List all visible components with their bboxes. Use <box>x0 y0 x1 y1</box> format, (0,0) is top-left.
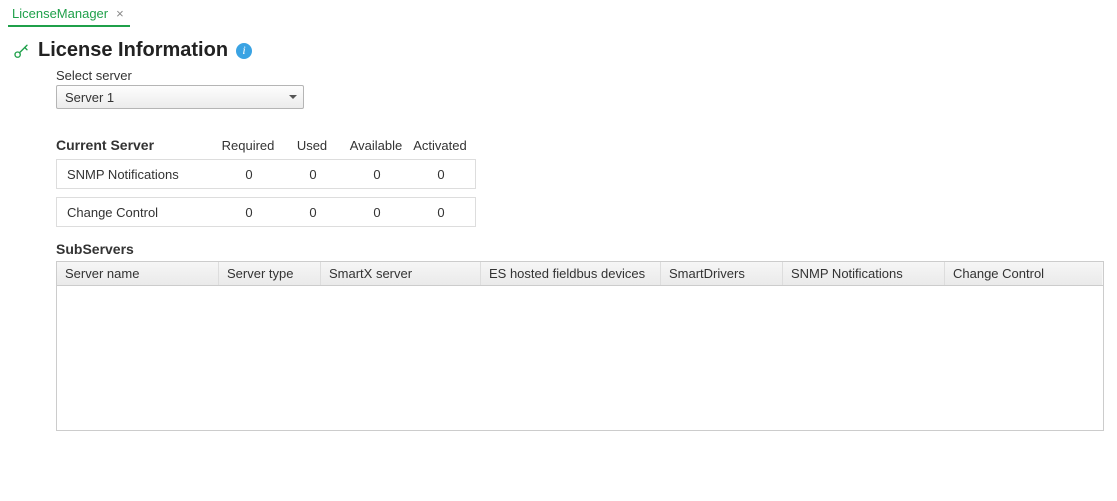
select-label: Select server <box>56 68 1107 83</box>
row-used: 0 <box>281 167 345 182</box>
subservers-grid[interactable]: Server name Server type SmartX server ES… <box>56 261 1104 431</box>
tab-license-manager[interactable]: LicenseManager × <box>8 4 130 27</box>
server-select-value: Server 1 <box>65 90 114 105</box>
table-row[interactable]: SNMP Notifications 0 0 0 0 <box>56 159 476 189</box>
col-available: Available <box>344 138 408 153</box>
tab-label: LicenseManager <box>12 6 108 21</box>
tab-bar: LicenseManager × <box>0 0 1117 27</box>
subservers-header: Server name Server type SmartX server ES… <box>57 262 1103 286</box>
row-required: 0 <box>217 205 281 220</box>
page-title: License Information <box>38 39 228 62</box>
row-used: 0 <box>281 205 345 220</box>
col-change-control[interactable]: Change Control <box>945 262 1103 285</box>
row-name: SNMP Notifications <box>57 167 217 182</box>
col-server-name[interactable]: Server name <box>57 262 219 285</box>
table-row[interactable]: Change Control 0 0 0 0 <box>56 197 476 227</box>
info-icon[interactable]: i <box>236 43 252 59</box>
close-icon[interactable]: × <box>114 7 126 20</box>
col-snmp-notifications[interactable]: SNMP Notifications <box>783 262 945 285</box>
col-used: Used <box>280 138 344 153</box>
content: License Information i Select server Serv… <box>0 27 1117 441</box>
col-es-fieldbus[interactable]: ES hosted fieldbus devices <box>481 262 661 285</box>
col-smartdrivers[interactable]: SmartDrivers <box>661 262 783 285</box>
chevron-down-icon <box>289 95 297 99</box>
row-available: 0 <box>345 205 409 220</box>
key-icon <box>12 43 30 64</box>
row-name: Change Control <box>57 205 217 220</box>
col-required: Required <box>216 138 280 153</box>
server-select[interactable]: Server 1 <box>56 85 304 109</box>
row-available: 0 <box>345 167 409 182</box>
col-smartx-server[interactable]: SmartX server <box>321 262 481 285</box>
current-server-title: Current Server <box>56 137 216 153</box>
col-server-type[interactable]: Server type <box>219 262 321 285</box>
row-activated: 0 <box>409 205 473 220</box>
col-activated: Activated <box>408 138 472 153</box>
subservers-title: SubServers <box>56 241 1107 257</box>
row-required: 0 <box>217 167 281 182</box>
row-activated: 0 <box>409 167 473 182</box>
